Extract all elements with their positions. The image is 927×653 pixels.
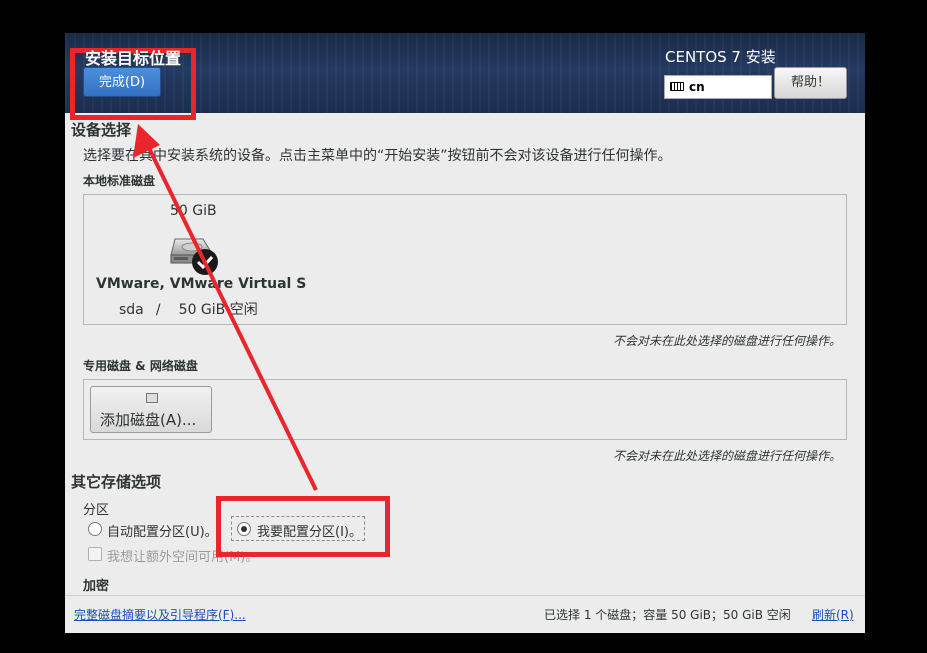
product-title: CENTOS 7 安装: [665, 48, 776, 66]
keyboard-layout-indicator[interactable]: cn: [664, 75, 772, 99]
done-button[interactable]: 完成(D): [83, 67, 161, 97]
help-button[interactable]: 帮助！: [774, 67, 847, 99]
keyboard-icon: [670, 82, 684, 91]
spoke-title: 安装目标位置: [85, 49, 182, 68]
keyboard-layout-label: cn: [689, 80, 705, 94]
